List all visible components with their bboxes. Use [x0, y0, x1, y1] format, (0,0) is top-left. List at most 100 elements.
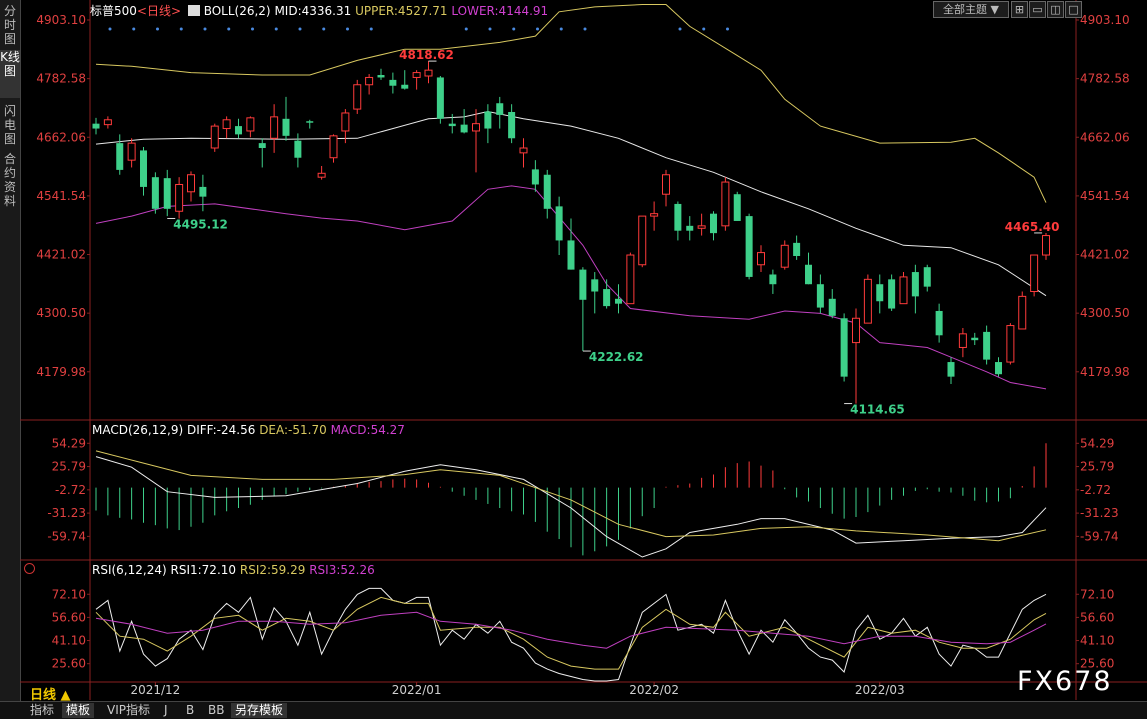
event-marker-icon	[559, 27, 563, 31]
y-tick-label-left: 54.29	[52, 436, 86, 450]
y-tick-label-left: 25.60	[52, 657, 86, 671]
tab-b[interactable]: B	[182, 703, 198, 718]
crosshair-icon[interactable]: ⊞	[1011, 1, 1028, 18]
candle	[424, 61, 433, 84]
theme-select[interactable]: 全部主题 ▼	[933, 1, 1009, 18]
y-tick-label-right: -2.72	[1080, 483, 1111, 497]
event-marker-icon	[251, 27, 254, 31]
y-tick-label-right: 41.10	[1080, 634, 1114, 648]
candle	[151, 172, 159, 214]
event-marker-icon	[156, 27, 159, 31]
candle-body	[1030, 254, 1039, 293]
candle-body	[317, 172, 326, 178]
candle-body	[876, 284, 884, 302]
indicator-icon[interactable]	[187, 5, 200, 16]
candle	[222, 116, 231, 139]
candle-body	[567, 240, 575, 270]
high-label: 4465.40	[1005, 220, 1060, 234]
candle	[674, 201, 682, 241]
candle	[389, 72, 397, 94]
candle-body	[780, 244, 789, 268]
candle	[199, 174, 207, 212]
maximize-icon[interactable]: □	[1065, 1, 1082, 18]
candle-body	[210, 125, 219, 149]
event-marker-icon	[512, 27, 516, 31]
candle-body	[615, 298, 622, 304]
macd-label: MACD(26,12,9)	[92, 423, 184, 437]
y-tick-label-left: -31.23	[47, 506, 86, 520]
restore-icon[interactable]: ◫	[1047, 1, 1064, 18]
tab-save-template[interactable]: 另存模板	[231, 703, 288, 718]
candle	[567, 218, 575, 270]
candle-body	[710, 213, 717, 234]
x-tick-label: 2022/01	[392, 683, 442, 697]
candle-body	[175, 183, 184, 212]
candle-body	[603, 289, 611, 307]
candle	[412, 70, 421, 90]
candle-body	[306, 121, 314, 123]
rsi-line-rsi2	[95, 596, 1047, 670]
candle	[116, 134, 124, 175]
candle	[353, 79, 362, 114]
candle	[638, 215, 647, 268]
rsi3-value: RSI3:52.26	[309, 563, 375, 577]
x-tick-label: 2022/03	[855, 683, 905, 697]
tab-vip-indicator[interactable]: VIP指标	[103, 703, 154, 718]
rsi-panel	[95, 587, 1047, 682]
candle	[793, 235, 801, 260]
candle-body	[116, 143, 124, 170]
candle-body	[258, 143, 266, 148]
candle-body	[674, 203, 682, 231]
candle-body	[721, 181, 730, 227]
candle-body	[341, 112, 350, 132]
candle	[210, 123, 219, 152]
candle	[246, 116, 255, 138]
candle	[947, 357, 955, 384]
candle-body	[543, 174, 551, 209]
minimize-icon[interactable]: ▭	[1029, 1, 1046, 18]
candle-body	[187, 174, 195, 193]
candle	[187, 171, 195, 202]
macd-panel	[95, 443, 1047, 558]
y-tick-label-right: -31.23	[1080, 506, 1119, 520]
candle	[531, 160, 539, 192]
candle	[484, 104, 492, 144]
candle	[805, 252, 812, 285]
candle-body	[793, 242, 801, 256]
candle-body	[1006, 325, 1015, 363]
tab-template[interactable]: 模板	[62, 703, 95, 718]
candle	[140, 147, 147, 196]
theme-label: 全部主题	[943, 3, 988, 16]
candle-body	[935, 310, 943, 336]
candle	[852, 308, 860, 404]
candle	[899, 272, 908, 305]
candle	[983, 325, 991, 365]
event-marker-icon	[227, 27, 231, 31]
rsi-line-rsi1	[95, 587, 1047, 682]
candle-body	[626, 254, 635, 305]
tab-bb[interactable]: BB	[204, 703, 228, 718]
candle-body	[840, 318, 848, 377]
panel-close-icon[interactable]	[24, 563, 35, 574]
candle-body	[235, 126, 242, 135]
candle-body	[294, 140, 302, 158]
candle	[519, 138, 528, 168]
candle-body	[127, 142, 136, 161]
candle	[650, 201, 659, 231]
candle-body	[436, 77, 444, 119]
candle	[757, 245, 765, 273]
rsi1-value: RSI1:72.10	[170, 563, 237, 577]
rsi2-value: RSI2:59.29	[239, 563, 306, 577]
high-label: 4818.62	[399, 48, 454, 62]
candle	[365, 74, 374, 95]
event-marker-icon	[702, 27, 706, 31]
tab-j[interactable]: J	[160, 703, 172, 718]
y-tick-label-right: 56.60	[1080, 610, 1114, 624]
tab-indicator[interactable]: 指标	[26, 703, 58, 718]
period-tag: <日线>	[136, 4, 182, 18]
candle	[923, 264, 931, 292]
candle	[876, 274, 884, 314]
event-marker-icon	[108, 27, 112, 31]
y-tick-label-left: 4300.50	[36, 306, 86, 320]
candle-body	[103, 119, 112, 126]
